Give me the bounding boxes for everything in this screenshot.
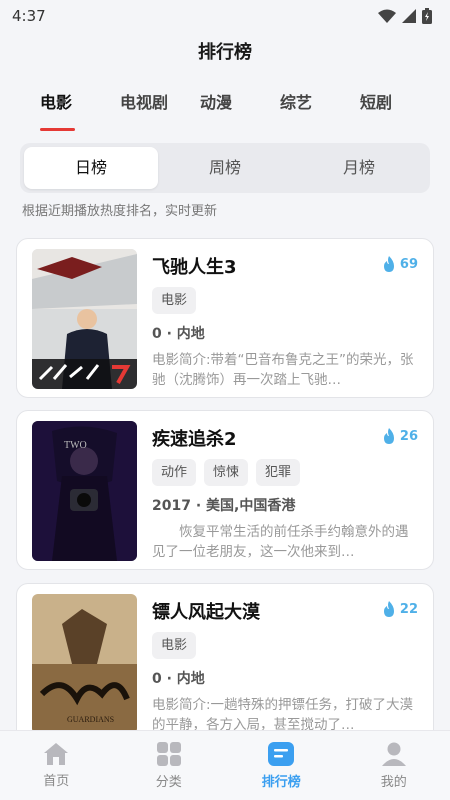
grid-icon bbox=[156, 742, 181, 766]
svg-text:TWO: TWO bbox=[64, 440, 87, 451]
movie-meta: 2017 · 美国,中国香港 bbox=[152, 498, 296, 514]
movie-card[interactable]: GUARDIANS 镖人风起大漠 22 电影 0 · 内地 电影简介:一趟特殊的… bbox=[16, 583, 434, 743]
heat-score: 69 bbox=[382, 256, 418, 272]
heat-value: 26 bbox=[399, 428, 418, 444]
status-icons bbox=[378, 8, 432, 24]
segment-daily[interactable]: 日榜 bbox=[24, 147, 158, 189]
movie-poster: GUARDIANS bbox=[32, 594, 137, 734]
flame-icon bbox=[383, 428, 394, 444]
genre-tag: 犯罪 bbox=[256, 459, 301, 486]
nav-category[interactable]: 分类 bbox=[113, 731, 226, 800]
home-icon bbox=[44, 743, 69, 765]
genre-tags: 电影 bbox=[152, 632, 197, 659]
heat-score: 26 bbox=[382, 428, 418, 444]
signal-icon bbox=[402, 9, 416, 23]
nav-label: 首页 bbox=[43, 774, 70, 789]
movie-title: 镖人风起大漠 bbox=[152, 602, 260, 623]
nav-label: 排行榜 bbox=[261, 775, 301, 790]
tab-label: 电视剧 bbox=[120, 93, 169, 112]
genre-tag: 动作 bbox=[152, 459, 197, 486]
ranking-period-segmented-control: 日榜 周榜 月榜 bbox=[20, 143, 430, 193]
svg-text:GUARDIANS: GUARDIANS bbox=[67, 715, 114, 724]
movie-poster: TWO bbox=[32, 421, 137, 561]
flame-icon bbox=[383, 601, 394, 617]
movie-poster bbox=[32, 249, 137, 389]
category-tabs: 电影 电视剧 动漫 综艺 短剧 bbox=[22, 88, 422, 138]
movie-card[interactable]: TWO 疾速追杀2 26 动作 惊悚 犯罪 2017 · 美国,中国香港 恢复平… bbox=[16, 410, 434, 570]
user-icon bbox=[381, 742, 406, 766]
movie-meta: 0 · 内地 bbox=[152, 671, 205, 687]
ranking-list-icon bbox=[268, 742, 295, 766]
tab-variety[interactable]: 综艺 bbox=[262, 88, 342, 128]
page-title: 排行榜 bbox=[198, 42, 252, 63]
genre-tag: 电影 bbox=[152, 632, 197, 659]
genre-tag: 惊悚 bbox=[204, 459, 249, 486]
segment-monthly[interactable]: 月榜 bbox=[292, 147, 426, 189]
active-tab-underline bbox=[40, 128, 75, 131]
genre-tag: 电影 bbox=[152, 287, 197, 314]
ranking-hint: 根据近期播放热度排名，实时更新 bbox=[22, 204, 218, 219]
heat-score: 22 bbox=[382, 601, 418, 617]
segment-weekly[interactable]: 周榜 bbox=[158, 147, 292, 189]
status-bar: 4:37 bbox=[0, 0, 450, 32]
heat-value: 69 bbox=[399, 256, 418, 272]
nav-home[interactable]: 首页 bbox=[0, 731, 113, 800]
nav-ranking[interactable]: 排行榜 bbox=[225, 731, 338, 800]
movie-card[interactable]: 飞驰人生3 69 电影 0 · 内地 电影简介:带着“巴音布鲁克之王”的荣光，张… bbox=[16, 238, 434, 398]
movie-description: 恢复平常生活的前任杀手约翰意外的遇见了一位老朋友，这一次他来到… bbox=[152, 524, 409, 560]
movie-meta: 0 · 内地 bbox=[152, 326, 205, 342]
wifi-icon bbox=[378, 9, 396, 23]
nav-label: 我的 bbox=[380, 775, 407, 790]
genre-tags: 电影 bbox=[152, 287, 197, 314]
movie-title: 疾速追杀2 bbox=[152, 429, 237, 450]
genre-tags: 动作 惊悚 犯罪 bbox=[152, 459, 301, 486]
status-time: 4:37 bbox=[12, 7, 46, 25]
tab-tv-series[interactable]: 电视剧 bbox=[102, 88, 182, 128]
tab-label: 短剧 bbox=[360, 93, 393, 112]
movie-description: 电影简介:一趟特殊的押镖任务，打破了大漠的平静，各方入局，甚至搅动了… bbox=[152, 697, 414, 733]
battery-icon bbox=[422, 8, 432, 24]
bottom-nav: 首页 分类 排行榜 我的 bbox=[0, 730, 450, 800]
movie-title: 飞驰人生3 bbox=[152, 257, 237, 278]
flame-icon bbox=[383, 256, 394, 272]
nav-label: 分类 bbox=[155, 775, 182, 790]
tab-label: 动漫 bbox=[200, 93, 233, 112]
tab-movie[interactable]: 电影 bbox=[22, 88, 102, 131]
tab-short-drama[interactable]: 短剧 bbox=[342, 88, 422, 128]
tab-label: 电影 bbox=[40, 93, 73, 112]
nav-profile[interactable]: 我的 bbox=[338, 731, 450, 800]
movie-description: 电影简介:带着“巴音布鲁克之王”的荣光，张驰（沈腾饰）再一次踏上飞驰… bbox=[152, 352, 414, 388]
heat-value: 22 bbox=[399, 601, 418, 617]
tab-label: 综艺 bbox=[280, 93, 313, 112]
tab-anime[interactable]: 动漫 bbox=[182, 88, 262, 128]
